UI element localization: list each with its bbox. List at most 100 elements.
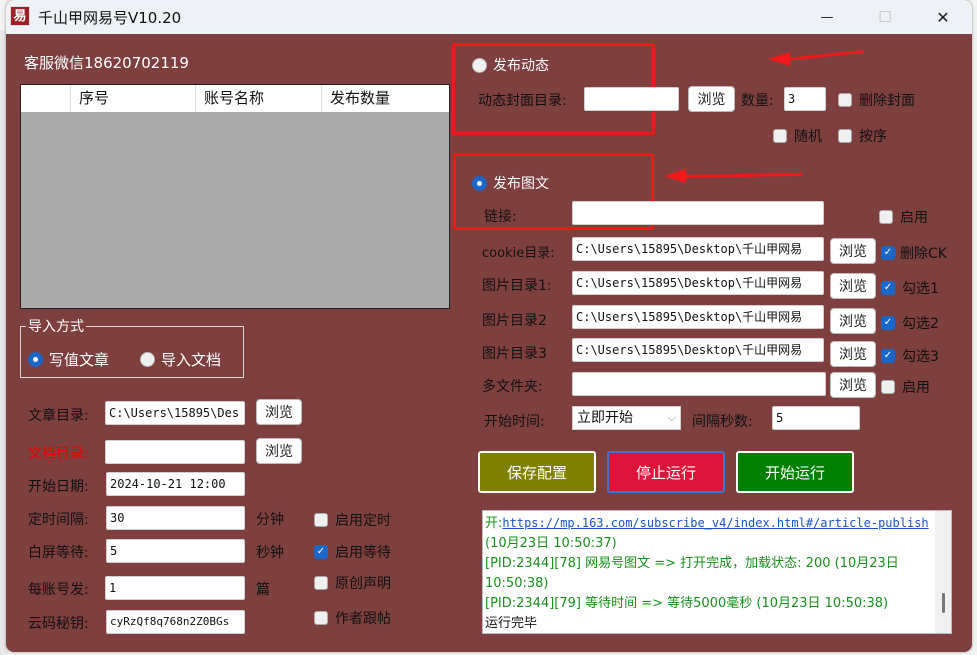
checkbox-box bbox=[838, 129, 852, 143]
start-button[interactable]: 开始运行 bbox=[736, 451, 854, 493]
close-button[interactable]: ✕ bbox=[920, 0, 966, 34]
log-scrollbar[interactable] bbox=[935, 511, 951, 633]
arrow-shaft bbox=[785, 49, 864, 61]
checkbox-delete-cover[interactable]: 删除封面 bbox=[838, 90, 915, 110]
radio-write-article[interactable]: 写值文章 bbox=[28, 349, 109, 370]
check-icon: ✓ bbox=[881, 246, 895, 260]
checkbox-box bbox=[314, 611, 328, 625]
timer-interval-input[interactable]: 30 bbox=[106, 506, 245, 530]
article-dir-label: 文章目录: bbox=[28, 408, 89, 424]
checkbox-delete-ck[interactable]: ✓ 删除CK bbox=[881, 243, 947, 263]
article-dir-input[interactable]: C:\Users\15895\Des bbox=[105, 401, 245, 425]
link-label: 链接: bbox=[484, 209, 517, 225]
image-dir-2-browse-button[interactable]: 浏览 bbox=[830, 308, 876, 334]
check-icon: ✓ bbox=[881, 316, 895, 330]
checkbox-label: 启用 bbox=[902, 380, 930, 396]
log-output[interactable]: 开:https://mp.163.com/subscribe_v4/index.… bbox=[482, 510, 952, 634]
cover-dir-browse-button[interactable]: 浏览 bbox=[688, 86, 735, 112]
checkbox-select-2[interactable]: ✓ 勾选2 bbox=[881, 313, 939, 333]
checkbox-enable-timer[interactable]: 启用定时 bbox=[314, 510, 391, 530]
link-input[interactable] bbox=[572, 201, 824, 225]
cookie-dir-label: cookie目录: bbox=[482, 246, 555, 261]
checkbox-random[interactable]: 随机 bbox=[773, 126, 822, 146]
radio-label: 写值文章 bbox=[49, 351, 110, 369]
radio-label: 发布动态 bbox=[493, 58, 549, 74]
column-header-index[interactable]: 序号 bbox=[71, 85, 196, 112]
start-time-select[interactable]: 立即开始 ⌵ bbox=[572, 406, 681, 430]
interval-seconds-input[interactable]: 5 bbox=[772, 406, 860, 430]
timer-interval-unit: 分钟 bbox=[256, 512, 284, 528]
image-dir-1-browse-button[interactable]: 浏览 bbox=[830, 273, 876, 299]
radio-publish-dynamic[interactable]: 发布动态 bbox=[472, 55, 549, 75]
image-dir-3-input[interactable]: C:\Users\15895\Desktop\千山甲网易 bbox=[572, 338, 824, 362]
cloud-key-input[interactable]: cyRzQf8q768n2Z0BGs bbox=[106, 610, 245, 634]
checkbox-ordered[interactable]: 按序 bbox=[838, 126, 887, 146]
white-wait-unit: 秒钟 bbox=[256, 545, 284, 561]
image-dir-1-label: 图片目录1: bbox=[482, 278, 552, 294]
column-header-publish-count[interactable]: 发布数量 bbox=[322, 85, 449, 112]
maximize-icon: ☐ bbox=[878, 8, 892, 26]
radio-indicator bbox=[472, 57, 487, 73]
image-dir-3-label: 图片目录3 bbox=[482, 346, 547, 362]
image-dir-1-input[interactable]: C:\Users\15895\Desktop\千山甲网易 bbox=[572, 271, 824, 295]
log-timestamp: (10月23日 10:50:37) bbox=[485, 536, 617, 551]
cloud-key-label: 云码秘钥: bbox=[28, 616, 89, 632]
stop-button[interactable]: 停止运行 bbox=[607, 451, 725, 493]
log-link[interactable]: https://mp.163.com/subscribe_v4/index.ht… bbox=[502, 516, 928, 530]
checkbox-link-enable[interactable]: 启用 bbox=[879, 207, 928, 227]
radio-label: 导入文档 bbox=[161, 351, 222, 369]
cover-dir-label: 动态封面目录: bbox=[478, 93, 567, 109]
multi-folder-browse-button[interactable]: 浏览 bbox=[830, 372, 876, 398]
checkbox-select-3[interactable]: ✓ 勾选3 bbox=[881, 346, 939, 366]
log-line: [PID:2344][78] 网易号图文 => 打开完成，加载状态: 200 (… bbox=[485, 556, 899, 591]
radio-indicator bbox=[28, 352, 43, 367]
per-account-unit: 篇 bbox=[256, 582, 270, 598]
cover-dir-input[interactable] bbox=[584, 87, 679, 111]
arrow-shaft bbox=[681, 172, 803, 178]
radio-publish-article[interactable]: 发布图文 bbox=[472, 173, 549, 193]
log-line: 运行完毕 bbox=[485, 616, 538, 631]
image-dir-2-input[interactable]: C:\Users\15895\Desktop\千山甲网易 bbox=[572, 305, 824, 329]
maximize-button[interactable]: ☐ bbox=[862, 0, 908, 34]
checkbox-multi-folder-enable[interactable]: 启用 bbox=[881, 377, 930, 397]
checkbox-enable-wait[interactable]: ✓ 启用等待 bbox=[314, 542, 391, 562]
column-header-account-name[interactable]: 账号名称 bbox=[196, 85, 322, 112]
checkbox-author-follow[interactable]: 作者跟帖 bbox=[314, 608, 391, 628]
save-config-button[interactable]: 保存配置 bbox=[478, 451, 596, 493]
per-account-label: 每账号发: bbox=[28, 582, 89, 598]
checkbox-select-1[interactable]: ✓ 勾选1 bbox=[881, 278, 939, 298]
radio-indicator bbox=[140, 352, 155, 367]
title-bar: 易 千山甲网易号V10.20 — ☐ ✕ bbox=[6, 0, 972, 34]
log-line: 开:https://mp.163.com/subscribe_v4/index.… bbox=[485, 513, 929, 554]
check-icon: ✓ bbox=[881, 349, 895, 363]
radio-import-document[interactable]: 导入文档 bbox=[140, 349, 221, 370]
cookie-dir-input[interactable]: C:\Users\15895\Desktop\千山甲网易 bbox=[572, 237, 824, 261]
per-account-input[interactable]: 1 bbox=[105, 576, 245, 600]
checkbox-label: 启用 bbox=[900, 210, 928, 226]
accounts-table[interactable]: 序号 账号名称 发布数量 bbox=[20, 84, 450, 309]
check-icon: ✓ bbox=[314, 545, 328, 559]
image-dir-3-browse-button[interactable]: 浏览 bbox=[830, 341, 876, 367]
doc-dir-browse-button[interactable]: 浏览 bbox=[256, 438, 302, 464]
minimize-button[interactable]: — bbox=[804, 0, 850, 34]
app-window: 易 千山甲网易号V10.20 — ☐ ✕ 客服微信18620702119 序号 … bbox=[6, 0, 972, 652]
doc-dir-input[interactable] bbox=[105, 440, 245, 464]
count-input[interactable]: 3 bbox=[784, 87, 826, 111]
white-wait-label: 白屏等待: bbox=[28, 545, 89, 561]
column-header-select[interactable] bbox=[21, 85, 71, 112]
log-scrollbar-thumb[interactable] bbox=[942, 593, 945, 613]
cookie-dir-browse-button[interactable]: 浏览 bbox=[830, 238, 876, 264]
interval-seconds-label: 间隔秒数: bbox=[692, 414, 753, 430]
start-time-value: 立即开始 bbox=[577, 410, 633, 426]
multi-folder-input[interactable] bbox=[572, 372, 826, 396]
log-line: [PID:2344][79] 等待时间 => 等待5000毫秒 (10月23日 … bbox=[485, 596, 889, 611]
article-dir-browse-button[interactable]: 浏览 bbox=[256, 399, 302, 425]
start-date-input[interactable]: 2024-10-21 12:00 bbox=[106, 472, 245, 496]
multi-folder-label: 多文件夹: bbox=[482, 379, 543, 395]
window-title: 千山甲网易号V10.20 bbox=[38, 9, 182, 27]
check-icon: ✓ bbox=[881, 281, 895, 295]
timer-interval-label: 定时间隔: bbox=[28, 512, 89, 528]
white-wait-input[interactable]: 5 bbox=[106, 539, 245, 563]
checkbox-label: 随机 bbox=[794, 129, 822, 145]
checkbox-original-statement[interactable]: 原创声明 bbox=[314, 573, 391, 593]
